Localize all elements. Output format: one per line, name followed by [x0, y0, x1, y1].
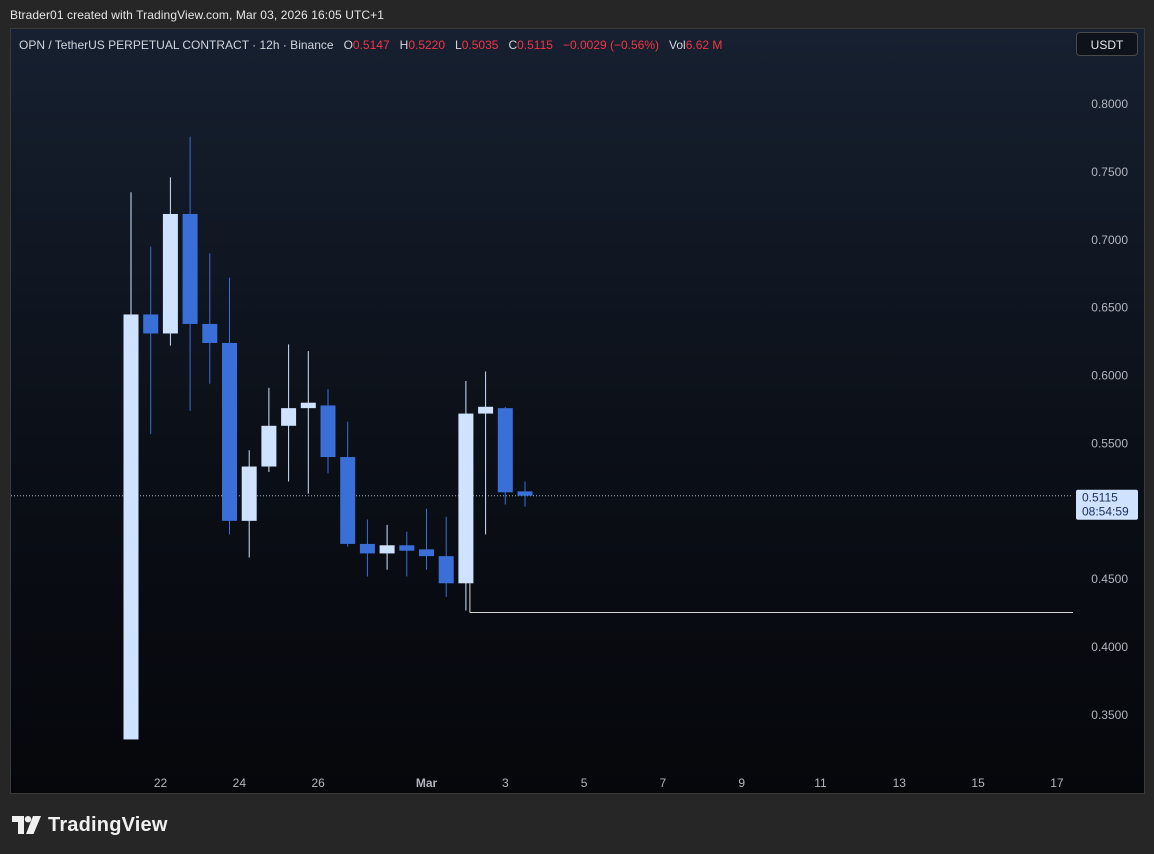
time-axis-label: 3	[502, 776, 509, 790]
candle-body-up	[300, 402, 316, 409]
candle-body-down	[143, 314, 159, 334]
candle-body-up	[261, 425, 277, 467]
current-price-label: 0.5115	[1082, 491, 1118, 505]
chart-author-line: Btrader01 created with TradingView.com, …	[10, 8, 385, 22]
candle-body-up	[458, 413, 474, 584]
time-axis-label: 11	[814, 776, 827, 790]
tradingview-brand: TradingView	[48, 813, 168, 836]
candle-body-up	[379, 545, 395, 554]
candle-body-down	[182, 213, 198, 324]
price-axis-label: 0.4500	[1091, 572, 1128, 586]
time-axis-label: 13	[893, 776, 907, 790]
price-axis-label: 0.6500	[1091, 301, 1128, 315]
candle-body-down	[202, 323, 218, 343]
time-axis-label: Mar	[416, 776, 438, 790]
time-axis-label: 9	[738, 776, 745, 790]
time-axis-label: 15	[971, 776, 985, 790]
candle-body-down	[438, 556, 454, 584]
price-axis-label: 0.7000	[1091, 233, 1128, 247]
candle-body-down	[419, 549, 434, 557]
candle-body-up	[162, 213, 178, 334]
time-axis-label: 17	[1050, 776, 1064, 790]
price-axis-label: 0.4000	[1091, 640, 1128, 654]
price-axis-label: 0.8000	[1091, 97, 1128, 111]
time-axis-label: 7	[660, 776, 667, 790]
time-axis-label: 24	[233, 776, 247, 790]
price-axis-label: 0.6000	[1091, 369, 1128, 383]
time-axis-label: 26	[311, 776, 325, 790]
candle-body-up	[123, 314, 139, 740]
candle-body-down	[340, 457, 356, 544]
candle-body-down	[497, 408, 513, 493]
candle-body-up	[478, 406, 494, 414]
candle-body-down	[222, 342, 237, 521]
bar-countdown-label: 08:54:59	[1082, 505, 1129, 519]
price-axis-label: 0.7500	[1091, 165, 1128, 179]
candle-body-down	[320, 405, 336, 458]
price-axis-label: 0.3500	[1091, 708, 1128, 722]
tradingview-logo[interactable]: TradingView	[12, 812, 168, 838]
time-axis-label: 22	[154, 776, 168, 790]
candle-body-up	[241, 466, 257, 521]
candle-body-up	[281, 408, 297, 426]
candle-body-down	[517, 491, 533, 496]
candlestick-chart[interactable]: 0.8000 0.7500 0.7000 0.6500 0.6000 0.5500 0.45…	[11, 29, 1145, 794]
price-axis-label: 0.5500	[1091, 436, 1128, 450]
time-axis-label: 5	[581, 776, 588, 790]
candle-body-down	[399, 545, 415, 551]
chart-panel[interactable]: OPN / TetherUS PERPETUAL CONTRACT · 12h …	[10, 28, 1145, 794]
candle-body-down	[359, 543, 375, 554]
tradingview-logo-icon	[12, 816, 41, 834]
